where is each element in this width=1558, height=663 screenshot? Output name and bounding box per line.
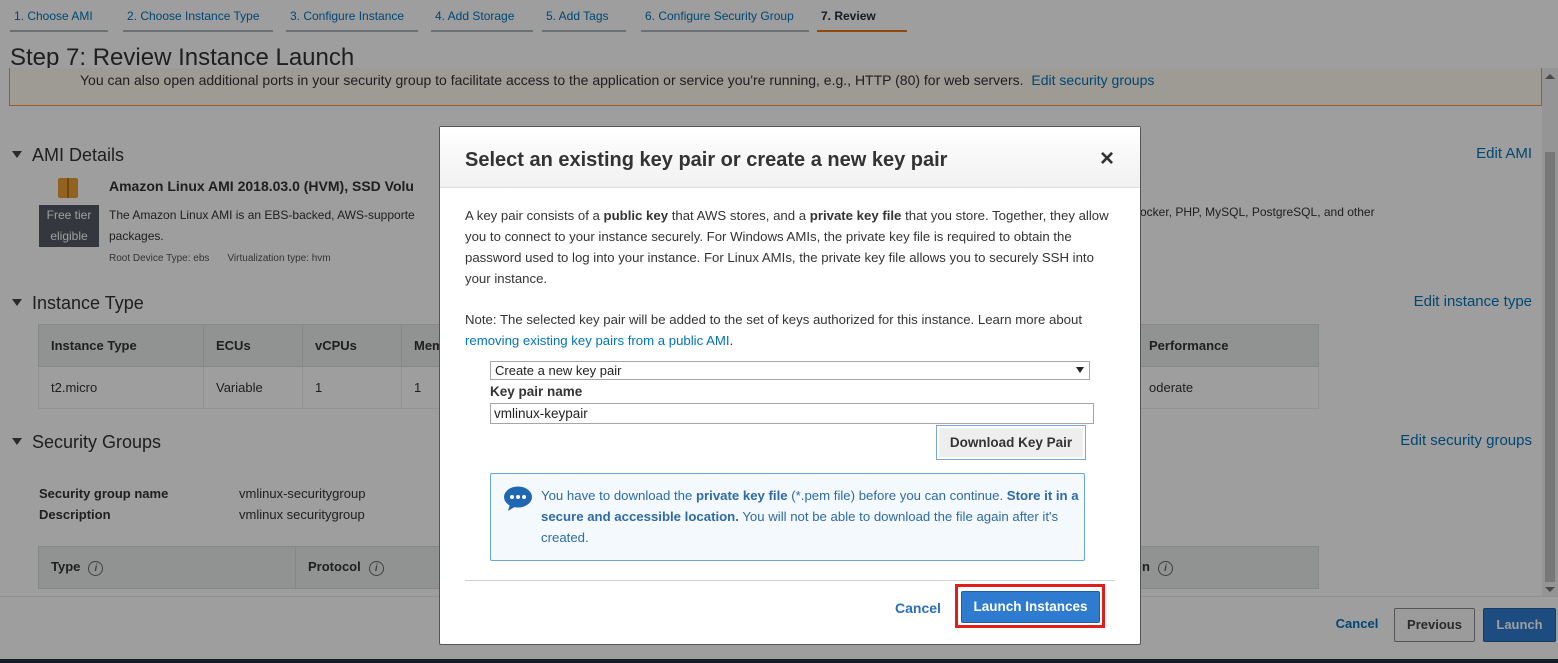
key-pair-dialog: Select an existing key pair or create a … bbox=[439, 126, 1141, 645]
download-key-pair-button[interactable]: Download Key Pair bbox=[936, 425, 1086, 460]
download-info-box: You have to download the private key fil… bbox=[490, 473, 1085, 561]
dialog-header: Select an existing key pair or create a … bbox=[440, 127, 1140, 188]
dialog-title: Select an existing key pair or create a … bbox=[465, 149, 948, 171]
dialog-divider bbox=[465, 580, 1115, 581]
speech-bubble-icon bbox=[504, 486, 532, 511]
dialog-cancel-button[interactable]: Cancel bbox=[895, 600, 941, 616]
removing-key-pairs-link[interactable]: removing existing key pairs from a publi… bbox=[465, 333, 730, 348]
key-pair-note: Note: The selected key pair will be adde… bbox=[465, 312, 1082, 348]
launch-instances-button[interactable]: Launch Instances bbox=[961, 591, 1100, 623]
key-pair-name-input[interactable] bbox=[490, 403, 1094, 424]
key-pair-option-select[interactable]: Create a new key pair bbox=[490, 361, 1090, 380]
download-info-text: You have to download the private key fil… bbox=[541, 488, 1079, 545]
dropdown-arrow-icon bbox=[1076, 367, 1084, 373]
key-pair-explanation: A key pair consists of a public key that… bbox=[465, 208, 1109, 286]
close-icon[interactable]: × bbox=[1100, 147, 1114, 171]
key-pair-name-label: Key pair name bbox=[490, 384, 583, 399]
